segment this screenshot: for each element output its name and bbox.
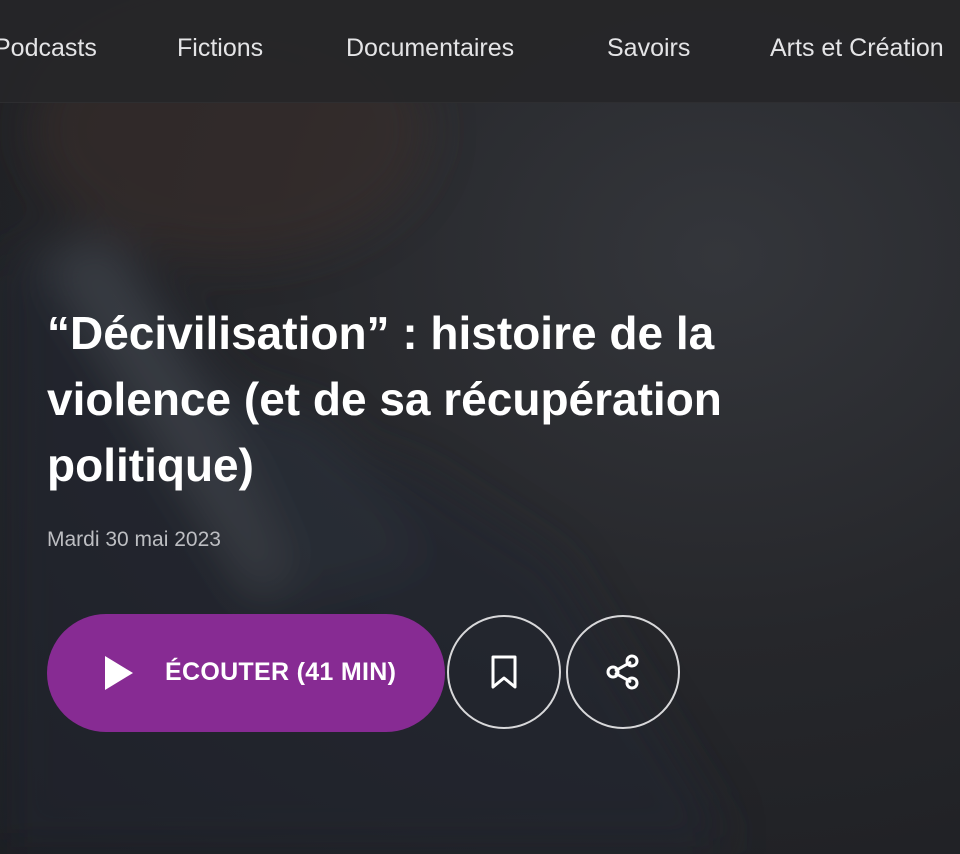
bookmark-button[interactable] <box>447 615 561 729</box>
play-icon <box>105 656 133 690</box>
listen-button-label: ÉCOUTER (41 MIN) <box>165 658 397 686</box>
share-button[interactable] <box>566 615 680 729</box>
nav-item-arts-et-creation[interactable]: Arts et Création <box>770 34 944 63</box>
nav-item-fictions[interactable]: Fictions <box>177 34 263 63</box>
nav-item-podcasts[interactable]: Podcasts <box>0 34 97 63</box>
nav-item-documentaires[interactable]: Documentaires <box>346 34 514 63</box>
share-icon <box>606 654 639 690</box>
bookmark-icon <box>491 655 517 689</box>
page: Podcasts Fictions Documentaires Savoirs … <box>0 0 960 854</box>
nav-item-savoirs[interactable]: Savoirs <box>607 34 690 63</box>
top-navigation: Podcasts Fictions Documentaires Savoirs … <box>0 0 960 103</box>
listen-button[interactable]: ÉCOUTER (41 MIN) <box>47 614 445 732</box>
episode-date: Mardi 30 mai 2023 <box>47 528 221 551</box>
episode-title: “Décivilisation” : histoire de la violen… <box>47 307 722 491</box>
